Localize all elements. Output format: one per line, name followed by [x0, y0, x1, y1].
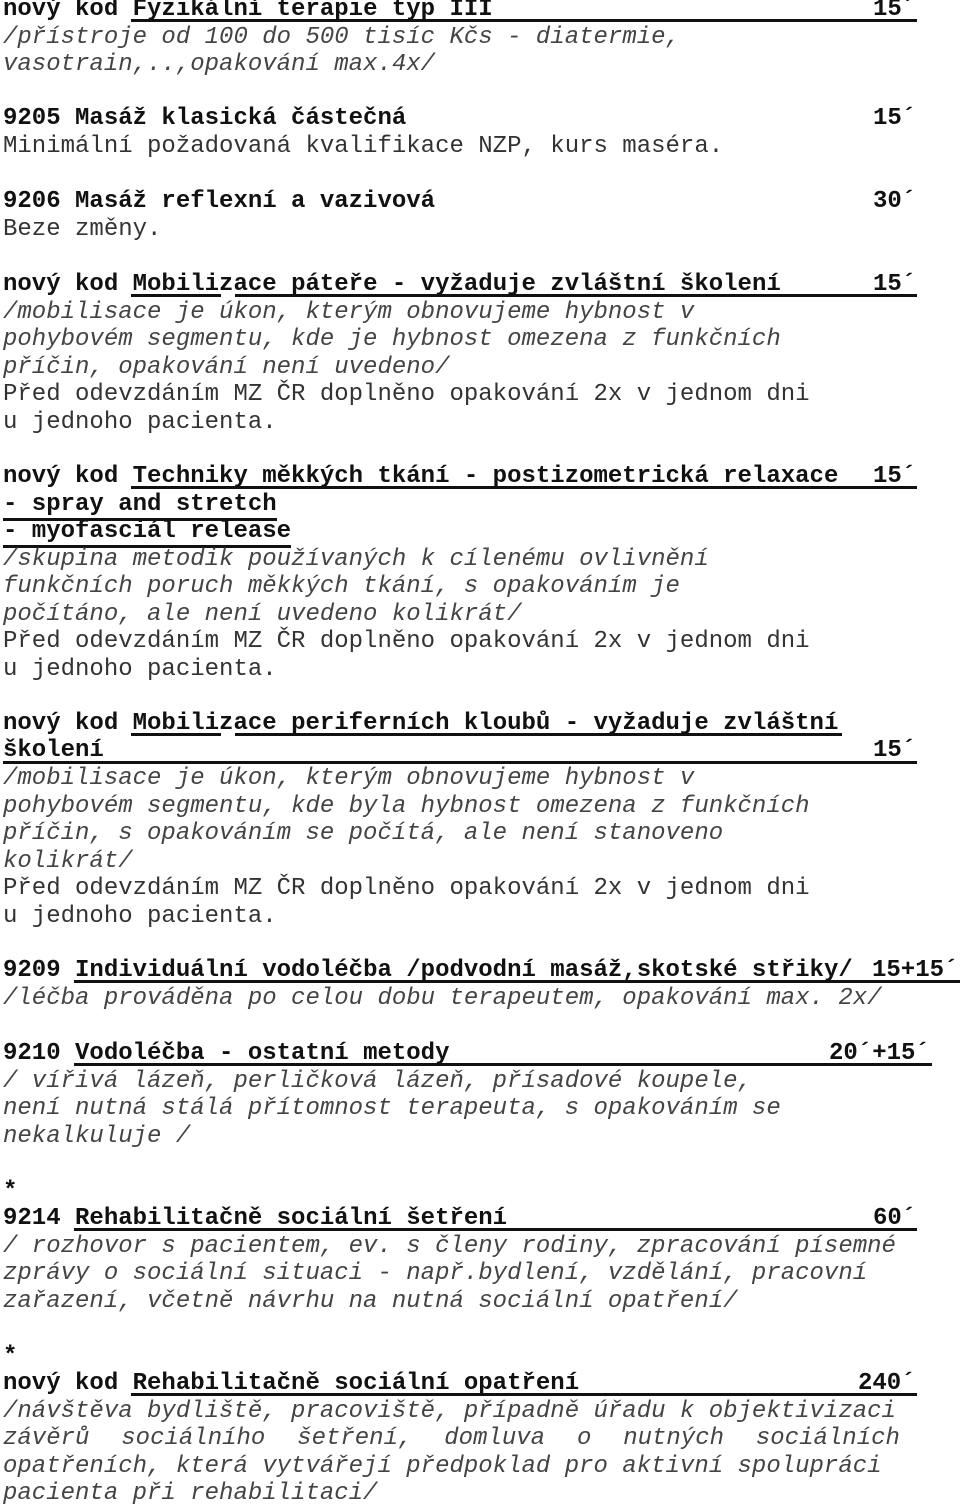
- entry-desc: příčin, opakování není uvedeno/: [3, 354, 450, 381]
- entry-desc: zařazení, včetně návrhu na nutná sociáln…: [3, 1288, 738, 1315]
- entry-desc: pohybovém segmentu, kde je hybnost omeze…: [3, 326, 781, 353]
- entry-note: u jednoho pacienta.: [3, 409, 277, 436]
- entry-prefix: nový kod: [3, 1370, 133, 1397]
- entry-prefix: nový kod: [3, 710, 133, 737]
- entry-time: 15´: [873, 105, 917, 132]
- underline: [74, 980, 960, 983]
- entry-time: 15´: [873, 463, 917, 490]
- asterisk-marker: *: [3, 1178, 18, 1205]
- entry-desc: /mobilisace je úkon, kterým obnovujeme h…: [3, 299, 695, 326]
- entry-desc: zprávy o sociální situaci - např.bydlení…: [3, 1260, 868, 1287]
- underline: [131, 294, 221, 297]
- entry-prefix: nový kod: [3, 463, 133, 490]
- entry-time: 30´: [873, 188, 917, 215]
- entry-note: Před odevzdáním MZ ČR doplněno opakování…: [3, 381, 810, 408]
- entry-time: 15´: [873, 0, 917, 23]
- entry-prefix: nový kod: [3, 271, 133, 298]
- entry-desc: počítáno, ale není uvedeno kolikrát/: [3, 601, 522, 628]
- entry-time: 15+15´: [872, 957, 959, 984]
- entry-desc: /návštěva bydliště, pracoviště, případně…: [3, 1398, 896, 1425]
- entry-prefix: 9210: [3, 1040, 76, 1067]
- underline: [235, 733, 842, 736]
- entry-subtitle: - spray and stretch: [3, 491, 277, 521]
- entry-desc: /léčba prováděna po celou dobu terapeute…: [3, 985, 882, 1012]
- entry-desc: vasotrain,..,opakování max.4x/: [3, 51, 436, 78]
- entry-time: 60´: [873, 1205, 917, 1232]
- entry-desc: není nutná stálá přítomnost terapeuta, s…: [3, 1095, 781, 1122]
- entry-time: 20´+15´: [829, 1040, 930, 1067]
- word: o: [576, 1425, 592, 1452]
- entry-note: Před odevzdáním MZ ČR doplněno opakování…: [3, 628, 810, 655]
- entry-desc: opatřeních, která vytvářejí předpoklad p…: [3, 1453, 882, 1480]
- word: šetření,: [297, 1425, 413, 1452]
- asterisk-marker: *: [3, 1343, 18, 1370]
- underline: [131, 19, 917, 22]
- entry-desc: funkčních poruch měkkých tkání, s opakov…: [3, 573, 680, 600]
- entry-prefix: nový kod: [3, 0, 133, 23]
- entry-note: Minimální požadovaná kvalifikace NZP, ku…: [3, 133, 724, 160]
- entry-desc: příčin, s opakováním se počítá, ale není…: [3, 820, 724, 847]
- entry-note: u jednoho pacienta.: [3, 656, 277, 683]
- entry-desc: pohybovém segmentu, kde byla hybnost ome…: [3, 793, 810, 820]
- entry-note: u jednoho pacienta.: [3, 903, 277, 930]
- entry-desc: /skupina metodik používaných k cílenému …: [3, 546, 709, 573]
- underline: [3, 761, 917, 764]
- underline: [74, 1063, 932, 1066]
- entry-heading: 9206 Masáž reflexní a vazivová: [3, 188, 436, 215]
- entry-time: 240´: [858, 1370, 916, 1397]
- entry-note: Beze změny.: [3, 216, 162, 243]
- entry-note: Před odevzdáním MZ ČR doplněno opakování…: [3, 875, 810, 902]
- underline: [131, 1393, 917, 1396]
- entry-desc: pacienta při rehabilitaci/: [3, 1480, 378, 1507]
- entry-time: 15´: [873, 737, 917, 764]
- entry-heading: 9205 Masáž klasická částečná: [3, 105, 407, 132]
- underline: [235, 294, 917, 297]
- entry-subtitle: - myofasciál release: [3, 518, 292, 548]
- word: závěrů: [3, 1425, 90, 1452]
- subtitle-text: - myofasciál release: [3, 518, 292, 548]
- underline: [131, 486, 917, 489]
- entry-desc: /přístroje od 100 do 500 tisíc Kčs - dia…: [3, 24, 680, 51]
- entry-desc: /mobilisace je úkon, kterým obnovujeme h…: [3, 765, 695, 792]
- entry-desc: / vířivá lázeň, perličková lázeň, přísad…: [3, 1068, 752, 1095]
- word: nutných: [623, 1425, 725, 1452]
- subtitle-text: - spray and stretch: [3, 491, 277, 521]
- entry-time: 15´: [873, 271, 917, 298]
- word: domluva: [444, 1425, 546, 1452]
- underline: [74, 1228, 917, 1231]
- entry-prefix: 9209: [3, 957, 76, 984]
- word: sociálních: [755, 1425, 900, 1452]
- entry-desc-justified: závěrů sociálního šetření, domluva o nutných s…: [3, 1425, 900, 1452]
- underline: [131, 733, 221, 736]
- entry-desc: / rozhovor s pacientem, ev. s členy rodi…: [3, 1233, 896, 1260]
- entry-desc: nekalkuluje /: [3, 1123, 191, 1150]
- entry-prefix: 9214: [3, 1205, 76, 1232]
- word: sociálního: [121, 1425, 266, 1452]
- entry-desc: kolikrát/: [3, 848, 133, 875]
